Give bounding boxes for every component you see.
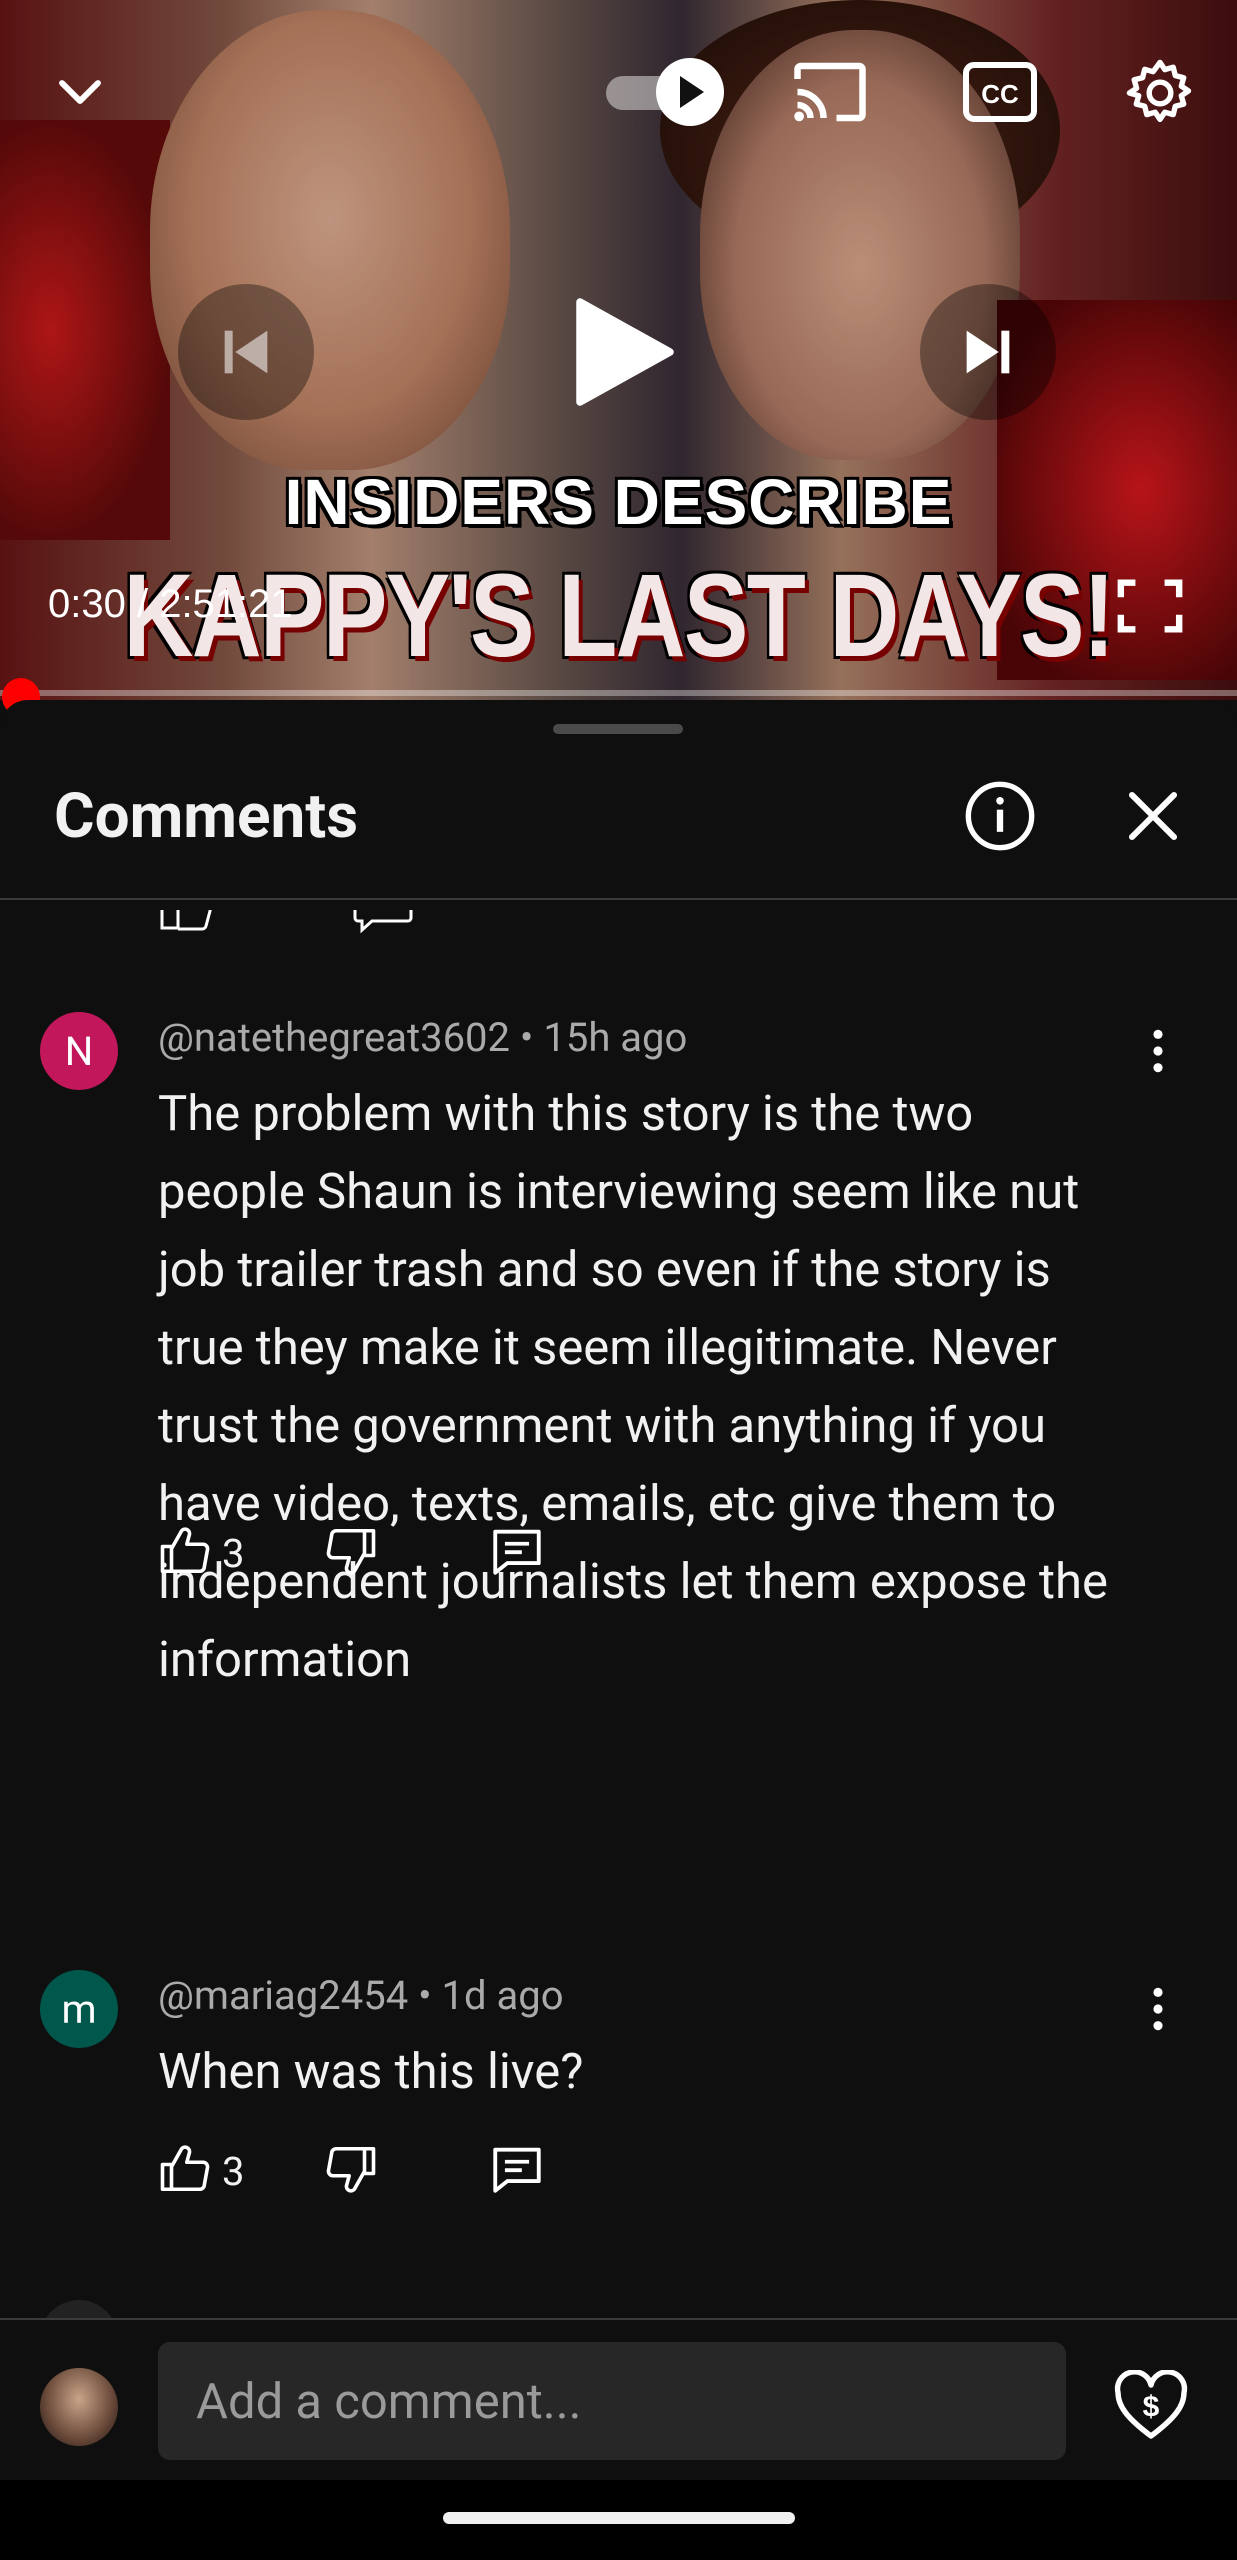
like-count: 3 bbox=[222, 1529, 245, 1577]
gear-icon[interactable] bbox=[1115, 48, 1205, 138]
progress-bar[interactable] bbox=[0, 690, 1237, 696]
more-options-icon[interactable] bbox=[1140, 1026, 1176, 1080]
avatar[interactable]: N bbox=[40, 1012, 118, 1090]
user-avatar[interactable] bbox=[40, 2368, 118, 2446]
comment-meta[interactable]: @natethegreat3602 • 15h ago bbox=[158, 1014, 687, 1061]
video-player[interactable]: INSIDERS DESCRIBE KAPPY'S LAST DAYS! CC bbox=[0, 0, 1237, 700]
comment-actions: 3 bbox=[158, 1522, 546, 1584]
cast-icon[interactable] bbox=[785, 52, 875, 132]
fullscreen-icon[interactable] bbox=[1110, 566, 1190, 646]
comment-text: When was this live? bbox=[158, 2043, 584, 2100]
avatar[interactable]: m bbox=[40, 1970, 118, 2048]
comments-title: Comments bbox=[54, 780, 359, 853]
super-thanks-icon[interactable]: $ bbox=[1112, 2369, 1190, 2446]
home-indicator[interactable] bbox=[443, 2512, 795, 2524]
comment-actions: 3 bbox=[158, 2140, 546, 2202]
comment-text: The problem with this story is the two p… bbox=[158, 1085, 1108, 1688]
chevron-down-icon[interactable] bbox=[40, 52, 120, 132]
cc-icon[interactable]: CC bbox=[955, 52, 1045, 132]
add-comment-input[interactable]: Add a comment... bbox=[158, 2342, 1066, 2460]
like-icon[interactable] bbox=[158, 1524, 212, 1582]
skip-next-icon[interactable] bbox=[920, 284, 1056, 420]
info-icon[interactable] bbox=[962, 778, 1038, 858]
like-icon[interactable] bbox=[158, 2142, 212, 2200]
thumbnail-headline-top: INSIDERS DESCRIBE bbox=[284, 466, 953, 538]
comments-sheet: Comments N @natethegreat3602 • 15h ago T… bbox=[0, 700, 1237, 2560]
svg-text:$: $ bbox=[1143, 2391, 1160, 2424]
dislike-icon[interactable] bbox=[324, 1524, 378, 1582]
reply-icon[interactable] bbox=[488, 1522, 546, 1584]
header-divider bbox=[0, 898, 1237, 900]
previous-comment-actions bbox=[158, 910, 458, 940]
dislike-icon[interactable] bbox=[324, 2142, 378, 2200]
like-count: 3 bbox=[222, 2147, 245, 2195]
playback-time: 0:30 / 2:51:21 bbox=[48, 582, 293, 626]
more-options-icon[interactable] bbox=[1140, 1984, 1176, 2038]
comment-meta[interactable]: @mariag2454 • 1d ago bbox=[158, 1972, 564, 2019]
close-icon[interactable] bbox=[1125, 788, 1181, 848]
reply-icon[interactable] bbox=[488, 2140, 546, 2202]
autoplay-toggle-icon[interactable] bbox=[600, 52, 730, 132]
svg-text:CC: CC bbox=[981, 79, 1019, 109]
play-icon[interactable] bbox=[550, 282, 690, 422]
skip-previous-icon[interactable] bbox=[178, 284, 314, 420]
drag-handle[interactable] bbox=[553, 724, 683, 734]
next-comment-peek bbox=[40, 2300, 118, 2318]
comment-composer: Add a comment... $ bbox=[0, 2320, 1237, 2480]
